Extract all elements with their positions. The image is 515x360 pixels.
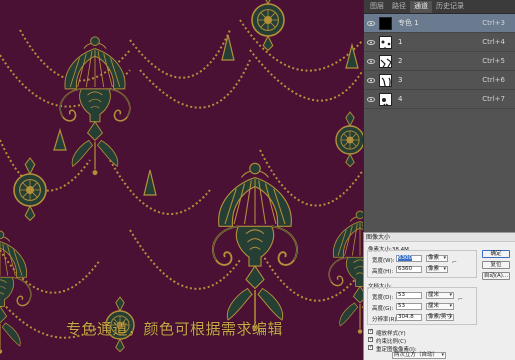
pixel-width-unit-select[interactable]: 像素 [426,255,448,262]
doc-width-label: 宽度(D): [372,295,394,301]
channel-row-1[interactable]: 1 Ctrl+4 [364,33,515,52]
channel-row-3[interactable]: 3 Ctrl+6 [364,71,515,90]
pixel-width-input[interactable]: 6300 [396,255,422,262]
resolution-label: 分辨率(R): [372,317,399,323]
channel-name: 3 [398,76,403,84]
visibility-eye-icon[interactable] [364,33,378,52]
channel-name: 专色 1 [398,19,419,27]
document-canvas[interactable]: 专色通道，颜色可根据需求编辑 [0,0,363,360]
visibility-eye-icon[interactable] [364,52,378,71]
ok-button[interactable]: 确定 [482,250,510,258]
channel-shortcut: Ctrl+7 [482,95,505,103]
resolution-unit-select[interactable]: 像素/英寸 [426,314,454,321]
channels-empty-area [364,110,515,232]
channel-name: 4 [398,95,403,103]
channel-name: 2 [398,57,403,65]
tab-layers[interactable]: 图层 [366,1,388,13]
doc-width-input[interactable]: 53 [396,292,422,299]
resample-checkbox[interactable]: ✓ [368,345,373,350]
channel-thumbnail [379,35,392,49]
channel-shortcut: Ctrl+5 [482,57,505,65]
resolution-input[interactable]: 304.8 [396,314,422,321]
channel-thumbnail [379,54,392,68]
channel-shortcut: Ctrl+3 [482,19,505,27]
image-size-dialog: 图像大小 像素大小:38.4M 宽度(W): 6300 像素 高度(H): 63… [363,232,515,360]
pixel-height-input[interactable]: 6360 [396,266,422,273]
scale-styles-checkbox[interactable]: ✓ [368,329,373,334]
doc-height-unit-select[interactable]: 厘米 [426,303,454,310]
channel-thumbnail [379,92,392,106]
visibility-eye-icon[interactable] [364,14,378,33]
auto-button[interactable]: 自动(A)... [482,272,510,280]
panel-tab-bar: 图层 路径 通道 历史记录 [364,0,515,14]
channels-panel: 图层 路径 通道 历史记录 专色 1 Ctrl+3 1 Ctrl+4 2 Ctr… [363,0,515,232]
channel-shortcut: Ctrl+4 [482,38,505,46]
tab-history[interactable]: 历史记录 [432,1,468,13]
doc-width-unit-select[interactable]: 厘米 [426,292,454,299]
reset-button[interactable]: 复位 [482,261,510,269]
channel-row-4[interactable]: 4 Ctrl+7 [364,90,515,109]
pixel-height-unit-select[interactable]: 像素 [426,266,448,273]
channel-thumbnail [379,73,392,87]
height-label: 高度(H): [372,269,394,275]
channel-row-2[interactable]: 2 Ctrl+5 [364,52,515,71]
tab-channels[interactable]: 通道 [410,1,432,13]
damask-pattern-artwork [0,0,363,355]
constrain-proportions-checkbox[interactable]: ✓ [368,337,373,342]
visibility-eye-icon[interactable] [364,71,378,90]
visibility-eye-icon[interactable] [364,90,378,109]
doc-height-input[interactable]: 53 [396,303,422,310]
scale-styles-label: 缩放样式(Y) [376,331,406,337]
channel-name: 1 [398,38,403,46]
channel-row-spot-1[interactable]: 专色 1 Ctrl+3 [364,14,515,33]
pixel-link-icon: ⌐ [452,259,458,266]
constrain-proportions-label: 约束比例(C) [376,339,407,345]
resample-method-select[interactable]: 两次立方（自动） [392,352,446,359]
tab-paths[interactable]: 路径 [388,1,410,13]
canvas-caption: 专色通道，颜色可根据需求编辑 [66,320,284,338]
width-label: 宽度(W): [372,258,395,264]
dialog-title: 图像大小 [364,233,515,242]
doc-height-label: 高度(G): [372,306,394,312]
channel-shortcut: Ctrl+6 [482,76,505,84]
channel-thumbnail [379,16,392,30]
doc-link-icon: ⌐ [458,296,464,303]
